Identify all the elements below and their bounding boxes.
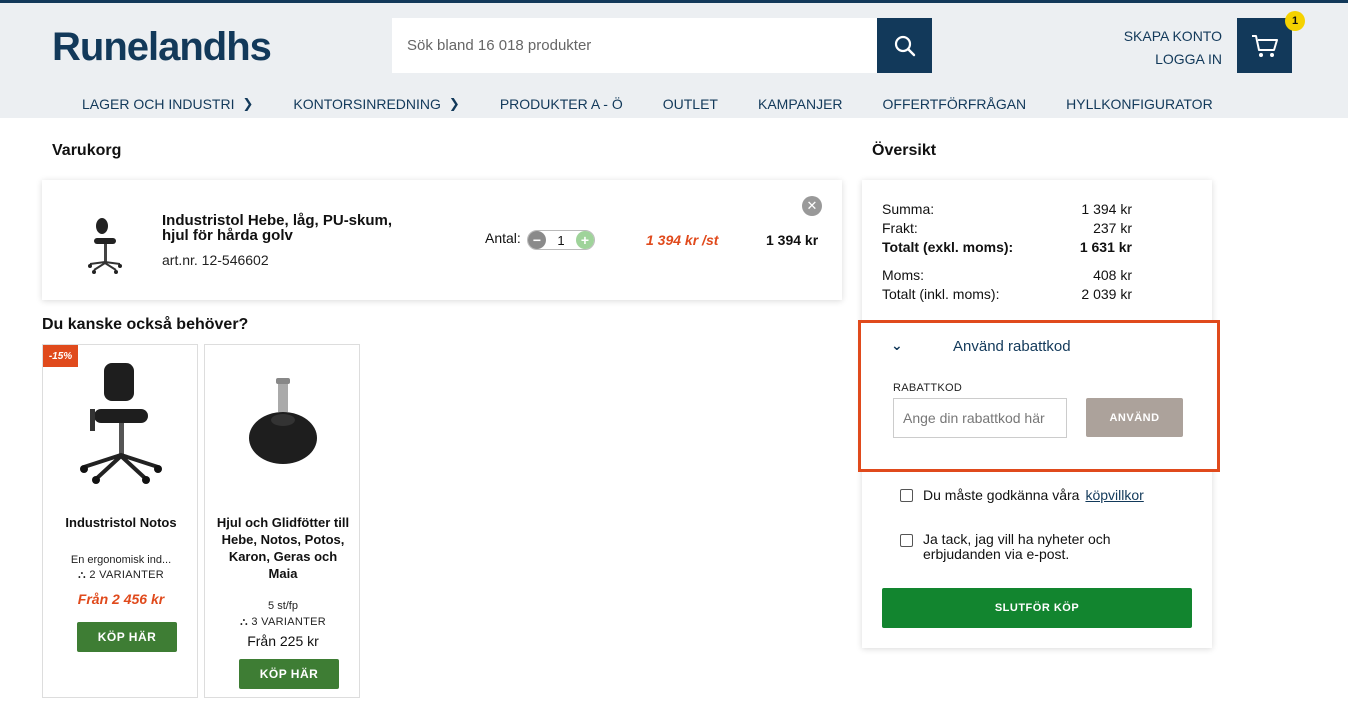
nav-item-hyllkonfigurator[interactable]: HYLLKONFIGURATOR	[1066, 96, 1213, 112]
apply-promo-button[interactable]: ANVÄND	[1086, 398, 1183, 437]
recommended-product-card: -15% Industristol Notos En ergonomisk in…	[42, 344, 198, 698]
decrease-quantity-button[interactable]: −	[528, 231, 546, 249]
buy-button[interactable]: KÖP HÄR	[77, 622, 177, 652]
nav-item-kontorsinredning[interactable]: KONTORSINREDNING ❯	[293, 96, 459, 112]
summary-value: 237 kr	[1093, 220, 1132, 236]
terms-link[interactable]: köpvillkor	[1085, 487, 1143, 503]
nav-item-outlet[interactable]: OUTLET	[663, 96, 718, 112]
summary-row-subtotal: Summa: 1 394 kr	[882, 201, 1132, 217]
site-logo[interactable]: Runelandhs	[52, 25, 272, 70]
nav-item-label: LAGER OCH INDUSTRI	[82, 96, 235, 112]
terms-text: Du måste godkänna våra	[923, 487, 1080, 503]
summary-label: Summa:	[882, 201, 935, 217]
nav-item-offertforfragan[interactable]: OFFERTFÖRFRÅGAN	[883, 96, 1027, 112]
chevron-right-icon: ❯	[448, 96, 460, 111]
buy-button[interactable]: KÖP HÄR	[239, 659, 339, 689]
promo-code-section: ⌄ Använd rabattkod RABATTKOD ANVÄND	[858, 320, 1220, 472]
product-price: Från 2 456 kr	[77, 591, 165, 607]
nav-item-kampanjer[interactable]: KAMPANJER	[758, 96, 843, 112]
nav-item-produkter-a-o[interactable]: PRODUKTER A - Ö	[500, 96, 623, 112]
terms-checkbox[interactable]	[900, 489, 913, 502]
cart-icon	[1251, 34, 1278, 57]
cart-item-total: 1 394 kr	[766, 232, 819, 248]
cart-item-art-nr: art.nr. 12-546602	[162, 252, 269, 268]
checkout-button[interactable]: SLUTFÖR KÖP	[882, 588, 1192, 628]
summary-value: 1 394 kr	[1081, 201, 1132, 217]
nav-item-label: KONTORSINREDNING	[293, 96, 441, 112]
newsletter-checkbox[interactable]	[900, 534, 913, 547]
promo-code-label: RABATTKOD	[893, 382, 963, 394]
product-description: En ergonomisk ind...	[70, 554, 172, 566]
product-description: 5 st/fp	[268, 600, 298, 612]
product-thumbnail[interactable]	[80, 216, 130, 278]
variants-icon: ⛬	[78, 569, 90, 581]
summary-label: Frakt:	[882, 220, 918, 236]
recommendations-heading: Du kanske också behöver?	[42, 316, 249, 333]
product-variants: ⛬ 2 VARIANTER	[43, 569, 199, 582]
product-image[interactable]	[73, 355, 168, 485]
search-icon	[894, 35, 915, 56]
create-account-link[interactable]: SKAPA KONTO	[1124, 25, 1222, 48]
search-button[interactable]	[877, 18, 932, 73]
site-header: Runelandhs SKAPA KONTO LOGGA IN 1 LAGER …	[0, 3, 1348, 118]
quantity-label: Antal:	[485, 230, 521, 246]
chevron-right-icon: ❯	[242, 96, 254, 111]
cart-button[interactable]	[1237, 18, 1292, 73]
promo-code-input[interactable]	[894, 399, 1066, 437]
nav-item-label: HYLLKONFIGURATOR	[1066, 96, 1213, 112]
main-nav: LAGER OCH INDUSTRI ❯ KONTORSINREDNING ❯ PR…	[82, 96, 1253, 112]
terms-consent: Du måste godkänna våra köpvillkor	[900, 487, 1144, 503]
product-variants-label: 2 VARIANTER	[89, 569, 164, 581]
summary-value: 1 631 kr	[1079, 239, 1132, 255]
variants-icon: ⛬	[240, 616, 252, 628]
product-name[interactable]: Industristol Notos	[51, 514, 191, 531]
summary-row-vat: Moms: 408 kr	[882, 267, 1132, 283]
promo-code-toggle[interactable]: Använd rabattkod	[953, 338, 1071, 355]
quantity-stepper: − 1 +	[527, 230, 595, 250]
increase-quantity-button[interactable]: +	[575, 231, 594, 249]
remove-item-button[interactable]: ✕	[802, 196, 822, 216]
nav-item-label: OUTLET	[662, 96, 718, 112]
summary-row-shipping: Frakt: 237 kr	[882, 220, 1132, 236]
promo-code-field[interactable]	[893, 398, 1067, 438]
summary-label: Totalt (inkl. moms):	[882, 286, 1000, 302]
product-price: Från 225 kr	[247, 633, 319, 649]
newsletter-consent: Ja tack, jag vill ha nyheter och erbjuda…	[900, 532, 1140, 562]
search-field[interactable]	[392, 18, 877, 73]
cart-item-card: Industristol Hebe, låg, PU-skum, hjul fö…	[42, 180, 842, 300]
quantity-value[interactable]: 1	[557, 233, 564, 248]
cart-item-unit-price: 1 394 kr /st	[646, 232, 719, 248]
overview-heading: Översikt	[872, 142, 937, 159]
nav-item-label: OFFERTFÖRFRÅGAN	[882, 96, 1027, 112]
cart-heading: Varukorg	[52, 142, 122, 159]
chevron-down-icon[interactable]: ⌄	[891, 337, 903, 354]
search-input[interactable]	[392, 18, 877, 73]
product-name[interactable]: Hjul och Glidfötter till Hebe, Notos, Po…	[213, 514, 353, 582]
product-variants-label: 3 VARIANTER	[251, 616, 326, 628]
recommended-product-card: Hjul och Glidfötter till Hebe, Notos, Po…	[204, 344, 360, 698]
newsletter-text: Ja tack, jag vill ha nyheter och erbjuda…	[923, 531, 1111, 562]
product-variants: ⛬ 3 VARIANTER	[205, 616, 361, 629]
nav-item-label: KAMPANJER	[757, 96, 843, 112]
summary-row-total-incl-vat: Totalt (inkl. moms): 2 039 kr	[882, 286, 1132, 302]
cart-item-name[interactable]: Industristol Hebe, låg, PU-skum, hjul fö…	[162, 213, 412, 243]
summary-value: 408 kr	[1093, 267, 1132, 283]
login-link[interactable]: LOGGA IN	[1124, 48, 1222, 71]
cart-count-badge: 1	[1285, 11, 1305, 31]
summary-label: Totalt (exkl. moms):	[882, 239, 1014, 255]
summary-row-total-excl-vat: Totalt (exkl. moms): 1 631 kr	[882, 239, 1132, 255]
close-icon: ✕	[806, 198, 818, 213]
nav-item-lager-och-industri[interactable]: LAGER OCH INDUSTRI ❯	[82, 96, 253, 112]
nav-item-label: PRODUKTER A - Ö	[499, 96, 623, 112]
account-links: SKAPA KONTO LOGGA IN	[1124, 25, 1222, 71]
summary-label: Moms:	[882, 267, 924, 283]
product-image[interactable]	[235, 355, 330, 485]
summary-value: 2 039 kr	[1081, 286, 1132, 302]
